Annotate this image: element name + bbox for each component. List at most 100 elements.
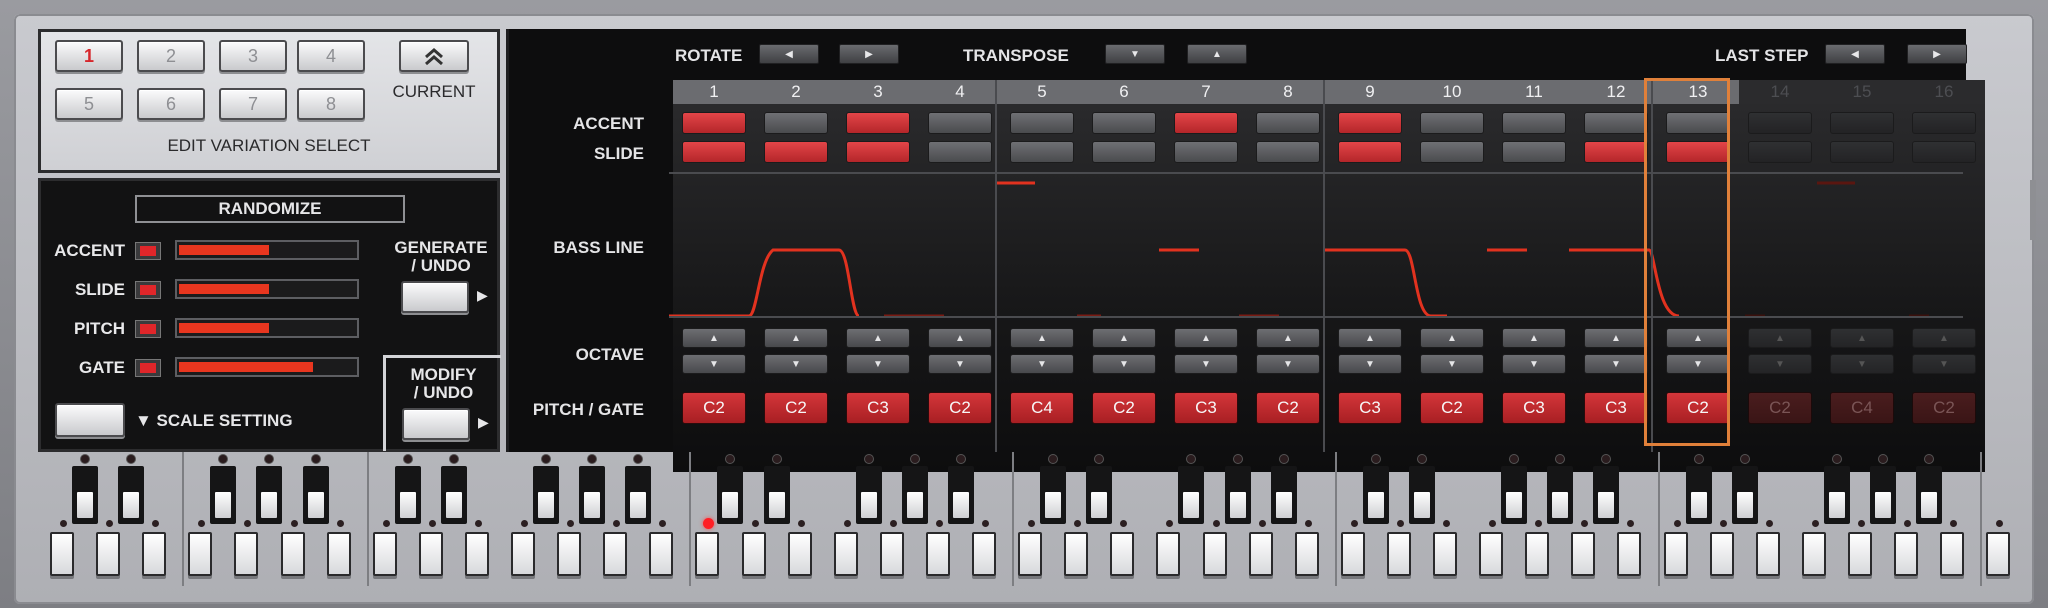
white-key[interactable] — [879, 532, 904, 576]
key-led — [634, 455, 643, 463]
variation-button-3[interactable]: 3 — [219, 40, 287, 72]
white-key[interactable] — [1847, 532, 1872, 576]
black-key[interactable] — [1685, 466, 1712, 524]
white-key[interactable] — [280, 532, 305, 576]
randomize-slider-pitch[interactable] — [175, 318, 359, 338]
white-key[interactable] — [1110, 532, 1135, 576]
modify-undo-button[interactable] — [402, 408, 470, 440]
black-key[interactable] — [394, 466, 421, 524]
white-key[interactable] — [50, 532, 74, 576]
scale-setting-button[interactable] — [55, 403, 125, 437]
white-key[interactable] — [1294, 532, 1319, 576]
randomize-toggle-pitch[interactable] — [135, 320, 161, 338]
black-key[interactable] — [1869, 466, 1896, 524]
black-key[interactable] — [763, 466, 790, 524]
white-key[interactable] — [557, 532, 582, 576]
black-key[interactable] — [1224, 466, 1251, 524]
scale-setting-label[interactable]: ▼ SCALE SETTING — [135, 411, 293, 431]
white-key[interactable] — [1617, 532, 1642, 576]
black-key[interactable] — [256, 466, 283, 524]
variation-button-1[interactable]: 1 — [55, 40, 123, 72]
key-led — [1120, 520, 1128, 527]
generate-undo-button[interactable] — [401, 281, 469, 313]
white-key[interactable] — [1433, 532, 1457, 576]
black-key[interactable] — [440, 466, 467, 524]
white-key[interactable] — [1479, 532, 1504, 576]
black-key[interactable] — [302, 466, 329, 524]
randomize-toggle-slide[interactable] — [135, 281, 161, 299]
white-key[interactable] — [142, 532, 167, 576]
black-key[interactable] — [1731, 466, 1758, 524]
black-key[interactable] — [210, 466, 237, 524]
black-key[interactable] — [579, 466, 606, 524]
white-key[interactable] — [741, 532, 766, 576]
variation-button-7[interactable]: 7 — [219, 88, 287, 120]
black-key[interactable] — [1547, 466, 1574, 524]
black-key[interactable] — [533, 466, 559, 524]
black-key[interactable] — [72, 466, 98, 524]
white-key[interactable] — [1018, 532, 1043, 576]
variation-button-2[interactable]: 2 — [137, 40, 205, 72]
variation-button-4[interactable]: 4 — [297, 40, 365, 72]
white-key[interactable] — [1801, 532, 1826, 576]
black-key[interactable] — [1501, 466, 1528, 524]
variation-button-6[interactable]: 6 — [137, 88, 205, 120]
white-key[interactable] — [1571, 532, 1596, 576]
black-key[interactable] — [1916, 466, 1942, 524]
key-led — [982, 520, 989, 527]
black-key[interactable] — [1362, 466, 1389, 524]
randomize-label: GATE — [79, 358, 125, 377]
white-key[interactable] — [511, 532, 535, 576]
black-key[interactable] — [1086, 466, 1113, 524]
black-key[interactable] — [717, 466, 744, 524]
black-key[interactable] — [947, 466, 974, 524]
white-key[interactable] — [1663, 532, 1688, 576]
black-key[interactable] — [118, 466, 145, 524]
white-key[interactable] — [234, 532, 259, 576]
white-key[interactable] — [1755, 532, 1780, 576]
black-key[interactable] — [1408, 466, 1435, 524]
white-key[interactable] — [1202, 532, 1227, 576]
white-key[interactable] — [1340, 532, 1365, 576]
white-key[interactable] — [1248, 532, 1273, 576]
variation-button-5[interactable]: 5 — [55, 88, 123, 120]
black-key[interactable] — [1593, 466, 1620, 524]
white-key[interactable] — [787, 532, 812, 576]
white-key[interactable] — [1986, 532, 2011, 576]
black-key[interactable] — [625, 466, 652, 524]
key-led — [1095, 455, 1104, 463]
randomize-slider-gate[interactable] — [175, 357, 359, 377]
white-key[interactable] — [188, 532, 213, 576]
white-key[interactable] — [833, 532, 858, 576]
white-key[interactable] — [96, 532, 121, 576]
black-key[interactable] — [1823, 466, 1850, 524]
black-key[interactable] — [1040, 466, 1067, 524]
white-key[interactable] — [1064, 532, 1089, 576]
current-button[interactable] — [399, 40, 469, 72]
white-key[interactable] — [1709, 532, 1734, 576]
black-key[interactable] — [1270, 466, 1297, 524]
white-key[interactable] — [372, 532, 397, 576]
white-key[interactable] — [1525, 532, 1550, 576]
white-key[interactable] — [972, 532, 996, 576]
white-key[interactable] — [1894, 532, 1918, 576]
randomize-slider-slide[interactable] — [175, 279, 359, 299]
white-key[interactable] — [1156, 532, 1181, 576]
variation-button-8[interactable]: 8 — [297, 88, 365, 120]
randomize-toggle-gate[interactable] — [135, 359, 161, 377]
white-key[interactable] — [1940, 532, 1965, 576]
white-key[interactable] — [649, 532, 674, 576]
white-key[interactable] — [603, 532, 628, 576]
white-key[interactable] — [925, 532, 950, 576]
white-key[interactable] — [418, 532, 443, 576]
black-key[interactable] — [1178, 466, 1205, 524]
black-key[interactable] — [901, 466, 928, 524]
white-key[interactable] — [464, 532, 489, 576]
white-key[interactable] — [695, 532, 720, 576]
randomize-slider-accent[interactable] — [175, 240, 359, 260]
white-key[interactable] — [1386, 532, 1411, 576]
randomize-toggle-accent[interactable] — [135, 242, 161, 260]
black-key[interactable] — [855, 466, 882, 524]
key-led — [1443, 520, 1450, 527]
white-key[interactable] — [326, 532, 351, 576]
